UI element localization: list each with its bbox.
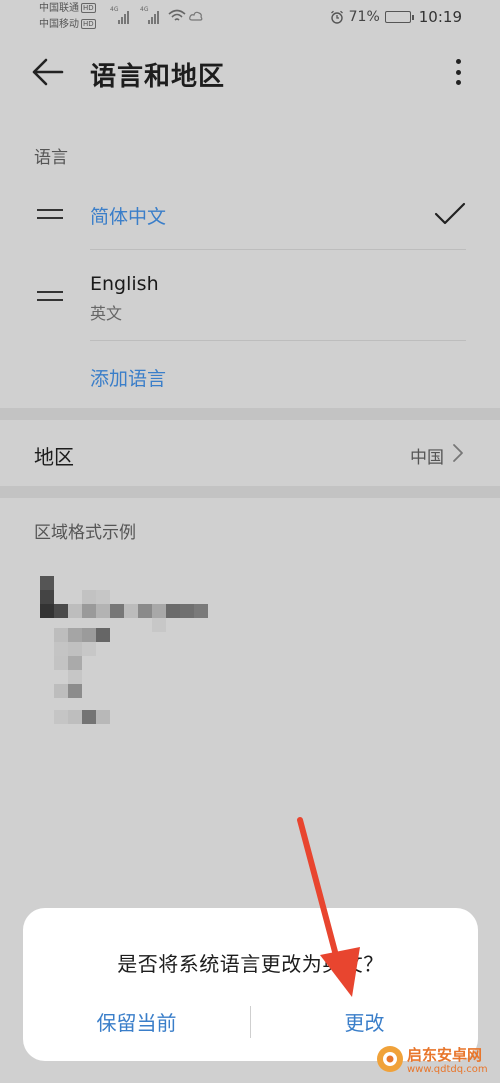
language-name: 简体中文 bbox=[90, 206, 167, 228]
battery-icon bbox=[384, 11, 414, 23]
language-subtitle: 英文 bbox=[90, 304, 123, 323]
carrier-1: 中国联通 HD bbox=[39, 3, 96, 14]
format-section-label: 区域格式示例 bbox=[34, 523, 136, 543]
keep-current-button[interactable]: 保留当前 bbox=[23, 1006, 250, 1040]
status-right: 71% 10:19 bbox=[330, 8, 462, 26]
watermark: 启东安卓网 www.qdtdq.com bbox=[376, 1044, 500, 1080]
chevron-right-icon bbox=[453, 444, 463, 462]
language-item-chinese[interactable]: 简体中文 bbox=[0, 180, 500, 248]
signal-icon: 4G bbox=[110, 6, 129, 24]
region-label: 地区 bbox=[34, 445, 74, 469]
arrow-left-icon[interactable] bbox=[30, 57, 66, 87]
app-header: 语言和地区 bbox=[0, 48, 500, 100]
language-section-label: 语言 bbox=[34, 148, 68, 168]
drag-handle-icon[interactable] bbox=[37, 209, 63, 219]
divider bbox=[90, 340, 466, 341]
hd-badge: HD bbox=[81, 19, 96, 29]
watermark-logo-icon bbox=[377, 1046, 403, 1072]
add-language-button[interactable]: 添加语言 bbox=[90, 364, 166, 391]
region-value: 中国 bbox=[410, 448, 444, 468]
language-name: English bbox=[90, 273, 159, 295]
alarm-icon bbox=[330, 10, 343, 24]
check-icon bbox=[434, 202, 466, 225]
more-vertical-icon[interactable] bbox=[448, 56, 468, 88]
drag-handle-icon[interactable] bbox=[37, 291, 63, 301]
confirm-dialog: 是否将系统语言更改为英文？ 保留当前 更改 bbox=[23, 908, 478, 1061]
clock: 10:19 bbox=[418, 8, 462, 26]
wifi-icon bbox=[168, 9, 186, 21]
status-bar: 中国联通 HD 中国移动 HD 4G 4G 71% 10:19 bbox=[0, 0, 500, 36]
page-title: 语言和地区 bbox=[90, 62, 226, 92]
battery-percent: 71% bbox=[348, 9, 380, 25]
hd-badge: HD bbox=[81, 3, 96, 13]
dialog-message: 是否将系统语言更改为英文？ bbox=[117, 952, 384, 976]
carrier-2: 中国移动 HD bbox=[39, 19, 96, 30]
section-separator bbox=[0, 408, 500, 420]
watermark-url: www.qdtdq.com bbox=[407, 1064, 488, 1075]
language-item-english[interactable]: English 英文 bbox=[0, 250, 500, 340]
section-separator bbox=[0, 486, 500, 498]
watermark-name: 启东安卓网 bbox=[407, 1046, 483, 1064]
cloud-icon bbox=[189, 11, 203, 21]
signal-icon: 4G bbox=[140, 6, 159, 24]
change-button[interactable]: 更改 bbox=[251, 1006, 478, 1040]
format-example-mosaic bbox=[28, 570, 228, 730]
